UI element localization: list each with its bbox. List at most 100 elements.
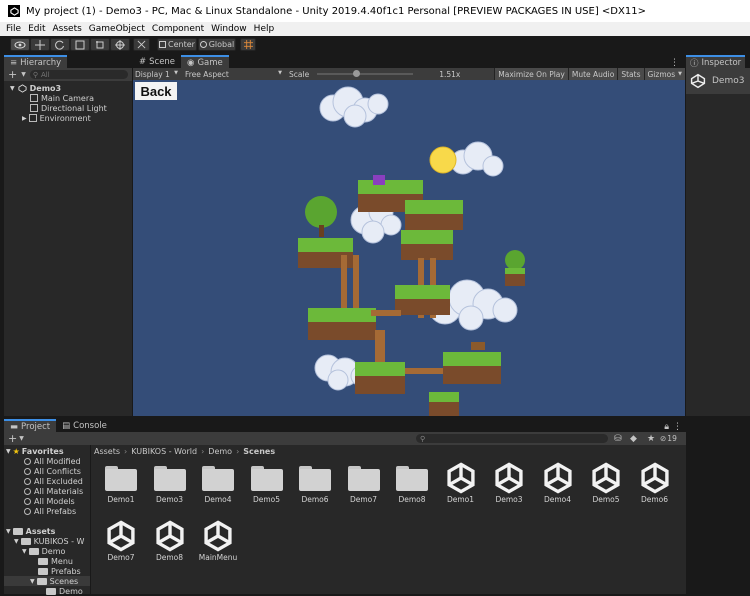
favorite-star-icon[interactable]: ★ [647,434,655,444]
folder-icon [36,577,47,585]
aspect-dropdown[interactable]: Free Aspect ▼ [181,70,285,79]
folder-label: Demo [59,586,83,596]
stats-toggle[interactable]: Stats [617,68,644,80]
favorites-header[interactable]: ▼ ★ Favorites [4,446,90,456]
scale-slider-thumb[interactable] [353,70,361,77]
folder-label: Scenes [49,576,79,586]
folder-asset[interactable]: Demo4 [193,466,243,504]
game-viewport[interactable]: Back [133,80,685,416]
unity-logo-icon [8,5,20,17]
add-icon[interactable]: + [8,68,17,81]
scale-tool-button[interactable] [70,38,90,51]
display-dropdown[interactable]: Display 1 ▼ [133,70,181,79]
breadcrumb-item[interactable]: KUBIKOS - World [131,447,197,456]
menu-edit[interactable]: Edit [28,24,45,34]
menu-component[interactable]: Component [152,24,204,34]
add-icon[interactable]: + [8,432,17,445]
scale-label: Scale [289,69,310,79]
scene-asset[interactable]: Demo4 [533,462,583,504]
favorite-item[interactable]: All Models [4,496,90,506]
scene-asset[interactable]: MainMenu [193,520,243,562]
more-options-icon[interactable]: ⋮ [670,58,679,68]
filter-by-type-icon[interactable]: ⛁ [614,434,622,444]
grid-snap-button[interactable] [240,38,256,51]
folder-tree-item[interactable]: Prefabs [4,566,90,576]
gameobject-icon [30,94,38,102]
chevron-down-icon[interactable]: ▼ [19,435,24,442]
hierarchy-item[interactable]: Directional Light [4,103,132,113]
assets-root[interactable]: ▼ Assets [4,526,90,536]
folder-tree-item[interactable]: ▼ Demo [4,546,90,556]
pivot-global-button[interactable]: Global [198,38,236,51]
more-options-icon[interactable]: ⋮ [673,422,682,432]
inspector-object-name: Demo3 [712,76,745,86]
folder-asset[interactable]: Demo8 [387,466,437,504]
rotate-tool-button[interactable] [50,38,70,51]
tab-console[interactable]: ▤ Console [56,419,113,432]
list-icon: ≡ [10,57,18,68]
menu-gameobject[interactable]: GameObject [89,24,145,34]
chevron-down-icon: ▼ [6,527,11,535]
scene-asset[interactable]: Demo6 [630,462,680,504]
tab-scene[interactable]: # Scene [133,55,181,68]
folder-asset[interactable]: Demo1 [96,466,146,504]
move-tool-button[interactable] [30,38,50,51]
folder-asset[interactable]: Demo5 [242,466,292,504]
chevron-down-icon[interactable]: ▼ [21,71,26,78]
menu-file[interactable]: File [6,24,21,34]
view-tool-button[interactable] [10,38,30,51]
custom-tool-button[interactable] [133,38,150,51]
menu-window[interactable]: Window [211,24,247,34]
favorite-item[interactable]: All Prefabs [4,506,90,516]
project-search-input[interactable]: ⚲ [416,434,608,443]
folder-tree-item[interactable]: ▼ KUBIKOS - W [4,536,90,546]
pivot-center-button[interactable]: Center [157,38,197,51]
tab-inspector[interactable]: ⓘ Inspector [686,55,746,69]
hierarchy-search-input[interactable]: ⚲ All [29,70,128,79]
asset-label-wrap: MainMenu [193,553,243,562]
favorite-item[interactable]: All Conflicts [4,466,90,476]
filter-by-label-icon[interactable]: ◆ [630,434,637,444]
hidden-packages-toggle[interactable]: ⊘ 19 [660,434,677,443]
hierarchy-scene-row[interactable]: ▼ Demo3 [4,83,132,93]
lock-icon[interactable]: 🔒︎ [664,422,669,432]
breadcrumb-item[interactable]: Scenes [243,447,275,456]
scale-slider[interactable] [317,69,414,79]
favorite-item[interactable]: All Modified [4,456,90,466]
tree-splitter[interactable] [90,445,91,594]
chevron-down-icon: ▼ [30,577,35,585]
scene-asset[interactable]: Demo3 [484,462,534,504]
maximize-on-play-toggle[interactable]: Maximize On Play [494,68,568,80]
folder-tree-item-selected[interactable]: ▼ Scenes [4,576,90,586]
mute-audio-toggle[interactable]: Mute Audio [567,68,618,80]
tab-game[interactable]: ◉ Game [181,55,229,68]
breadcrumb-item[interactable]: Assets [94,447,120,456]
scene-asset[interactable]: Demo1 [436,462,486,504]
favorite-item[interactable]: All Materials [4,486,90,496]
hierarchy-item[interactable]: Main Camera [4,93,132,103]
favorite-item[interactable]: All Excluded [4,476,90,486]
scene-asset[interactable]: Demo8 [145,520,195,562]
menu-assets[interactable]: Assets [53,24,82,34]
rect-tool-button[interactable] [90,38,110,51]
tab-hierarchy[interactable]: ≡ Hierarchy [4,55,68,68]
tab-project[interactable]: ▬ Project [4,419,57,432]
transform-icon [115,39,125,50]
favorite-star-icon: ★ [12,446,20,456]
back-button[interactable]: Back [135,82,177,100]
breadcrumb-item[interactable]: Demo [208,447,232,456]
folder-asset[interactable]: Demo3 [145,466,195,504]
folder-asset[interactable]: Demo6 [290,466,340,504]
menu-help[interactable]: Help [254,24,275,34]
folder-asset[interactable]: Demo7 [339,466,389,504]
transform-tool-button[interactable] [110,38,130,51]
scene-asset[interactable]: Demo7 [96,520,146,562]
unity-scene-icon [581,461,631,495]
folder-tree-item[interactable]: Demo [4,586,90,596]
unity-scene-icon [533,461,583,495]
gizmos-dropdown[interactable]: Gizmos ▼ [643,68,685,80]
folder-tree-item[interactable]: Menu [4,556,90,566]
scene-asset[interactable]: Demo5 [581,462,631,504]
hierarchy-item[interactable]: ▶ Environment [4,113,132,123]
folder-icon [12,527,23,535]
